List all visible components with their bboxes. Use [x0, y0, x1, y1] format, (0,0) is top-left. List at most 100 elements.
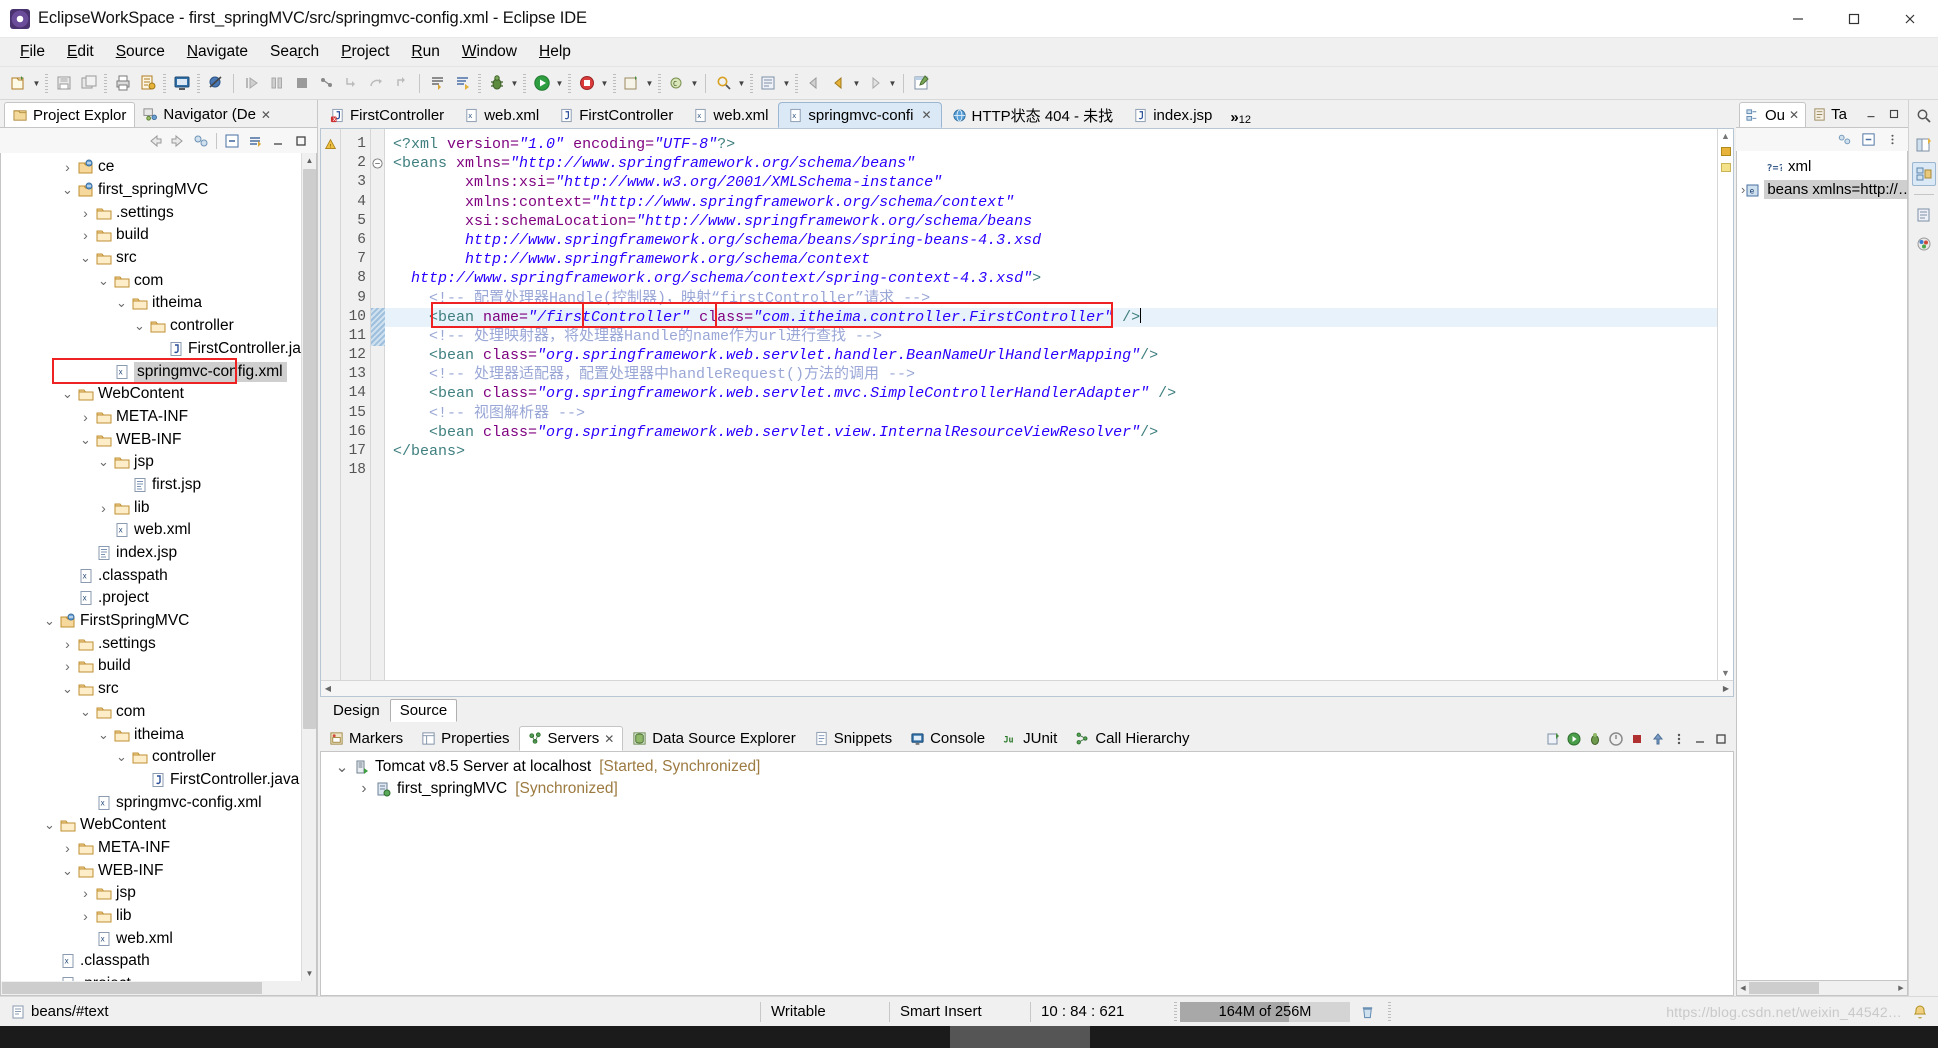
tree-item[interactable]: x.project — [1, 973, 316, 981]
close-icon[interactable]: ✕ — [1789, 108, 1799, 122]
menu-edit[interactable]: Edit — [56, 40, 105, 64]
minimize-view-icon[interactable] — [1690, 729, 1709, 748]
code-line[interactable]: <?xml version="1.0" encoding="UTF-8"?> — [385, 135, 1733, 154]
debug-icon[interactable] — [484, 71, 509, 96]
tree-item[interactable]: ⌄ itheima — [1, 292, 316, 315]
forward-dropdown-icon[interactable]: ▼ — [887, 71, 898, 96]
tree-item[interactable]: x .classpath — [1, 950, 316, 973]
collapse-all-icon[interactable] — [222, 131, 242, 151]
bottom-tab[interactable]: Call Hierarchy — [1066, 726, 1198, 751]
tree-item[interactable]: ⌄ jsp — [1, 451, 316, 474]
tree-item[interactable]: ⌄ WebContent — [1, 383, 316, 406]
scroll-down-arrow-icon[interactable]: ▼ — [1721, 668, 1730, 678]
tree-item[interactable]: x springmvc-config.xml — [1, 791, 316, 814]
step-return-icon[interactable] — [389, 71, 414, 96]
tree-item[interactable]: › .settings — [1, 201, 316, 224]
tree-item[interactable]: ⌄ first_springMVC — [1, 179, 316, 202]
info-marker[interactable] — [1721, 163, 1731, 172]
skip-breakpoints-icon[interactable] — [203, 71, 228, 96]
expanded-twisty-icon[interactable]: ⌄ — [77, 250, 94, 266]
expanded-twisty-icon[interactable]: ⌄ — [41, 613, 58, 629]
tree-item[interactable]: ⌄ itheima — [1, 723, 316, 746]
expanded-twisty-icon[interactable]: ⌄ — [113, 749, 130, 765]
editor-view-tab-design[interactable]: Design — [323, 699, 390, 722]
tree-item[interactable]: ⌄ WEB-INF — [1, 859, 316, 882]
scroll-up-arrow-icon[interactable]: ▲ — [1721, 131, 1730, 141]
editor-tab[interactable]: x springmvc-confi ✕ — [778, 102, 942, 128]
expanded-twisty-icon[interactable]: ⌄ — [131, 318, 148, 334]
tree-item[interactable]: ⌄ controller — [1, 746, 316, 769]
code-line[interactable]: <!-- 视图解析器 --> — [385, 404, 1733, 423]
close-icon[interactable]: ✕ — [261, 108, 271, 122]
run-dropdown-icon[interactable]: ▼ — [554, 71, 565, 96]
terminate-icon[interactable] — [289, 71, 314, 96]
tree-item[interactable]: › jsp — [1, 882, 316, 905]
bottom-tab[interactable]: Snippets — [805, 726, 901, 751]
maximize-view-icon[interactable] — [291, 131, 311, 151]
code-line[interactable]: http://www.springframework.org/schema/be… — [385, 231, 1733, 250]
menu-run[interactable]: Run — [400, 40, 450, 64]
print-icon[interactable] — [110, 71, 135, 96]
collapsed-twisty-icon[interactable]: › — [77, 227, 94, 243]
validate-icon[interactable] — [135, 71, 160, 96]
open-type-dropdown-icon[interactable]: ▼ — [781, 71, 792, 96]
tree-item[interactable]: ⌄ com — [1, 701, 316, 724]
view-menu-icon[interactable] — [1669, 729, 1688, 748]
tree-item[interactable]: first.jsp — [1, 474, 316, 497]
maximize-view-icon[interactable] — [1884, 104, 1904, 124]
forward-nav-icon[interactable] — [168, 131, 188, 151]
tree-item[interactable]: x web.xml — [1, 927, 316, 950]
outline-row[interactable]: › e beans xmlns=http://… — [1737, 178, 1907, 201]
tree-item[interactable]: › .settings — [1, 632, 316, 655]
tree-item[interactable]: x springmvc-config.xml — [1, 360, 316, 383]
tree-item[interactable]: x web.xml — [1, 519, 316, 542]
search-toolbar-icon[interactable] — [711, 71, 736, 96]
close-icon[interactable]: ✕ — [921, 108, 931, 122]
maximize-view-icon[interactable] — [1711, 729, 1730, 748]
warning-marker[interactable] — [1721, 147, 1731, 156]
suspend-icon[interactable] — [264, 71, 289, 96]
overview-ruler[interactable]: ▲ ▼ — [1717, 129, 1733, 680]
more-tabs-chevron[interactable]: » 12 — [1222, 102, 1257, 128]
new-class-dropdown-icon[interactable]: ▼ — [689, 71, 700, 96]
editor-tab[interactable]: HTTP状态 404 - 未找 — [942, 102, 1124, 128]
link-with-editor-icon[interactable] — [1834, 130, 1854, 150]
tree-item[interactable]: x.project — [1, 587, 316, 610]
expanded-twisty-icon[interactable]: ⌄ — [59, 182, 76, 198]
collapsed-twisty-icon[interactable]: › — [77, 908, 94, 924]
tree-item[interactable]: › META-INF — [1, 406, 316, 429]
view-menu-icon[interactable] — [1882, 130, 1902, 150]
editor-tab[interactable]: FirstController — [549, 102, 683, 128]
resume-icon[interactable] — [239, 71, 264, 96]
code-line[interactable]: xmlns:context="http://www.springframewor… — [385, 193, 1733, 212]
collapsed-twisty-icon[interactable]: › — [77, 205, 94, 221]
code-line[interactable]: <!-- 处理映射器，将处理器Handle的name作为url进行查找 --> — [385, 327, 1733, 346]
bottom-tab[interactable]: Ju JUnit — [994, 726, 1066, 751]
code-line[interactable]: xsi:schemaLocation="http://www.springfra… — [385, 212, 1733, 231]
expanded-twisty-icon[interactable]: ⌄ — [59, 386, 76, 402]
servers-panel[interactable]: ⌄ Tomcat v8.5 Server at localhost [Started… — [320, 751, 1734, 996]
code-line[interactable]: </beans> — [385, 442, 1733, 461]
open-perspective-icon[interactable] — [1912, 133, 1936, 157]
code-view[interactable]: ! 1 2 3 4 5 6 7 8 9 10 11 12 13 14 15 16 17 18 <?xml vers… — [321, 129, 1733, 680]
last-edit-location-icon[interactable] — [425, 71, 450, 96]
collapsed-twisty-icon[interactable]: › — [95, 500, 112, 516]
code-line[interactable]: <bean class="org.springframework.web.ser… — [385, 346, 1733, 365]
collapsed-twisty-icon[interactable]: › — [59, 636, 76, 652]
debug-dropdown-icon[interactable]: ▼ — [509, 71, 520, 96]
menu-navigate[interactable]: Navigate — [176, 40, 259, 64]
save-icon[interactable] — [51, 71, 76, 96]
external-tools-dropdown-icon[interactable]: ▼ — [599, 71, 610, 96]
start-server-icon[interactable] — [1564, 729, 1583, 748]
tree-item[interactable]: › lib — [1, 905, 316, 928]
bottom-tab[interactable]: Data Source Explorer — [623, 726, 804, 751]
expanded-twisty-icon[interactable]: ⌄ — [41, 817, 58, 833]
search-dropdown-icon[interactable]: ▼ — [736, 71, 747, 96]
tree-vertical-scrollbar[interactable]: ▲ ▼ — [301, 153, 316, 981]
menu-source[interactable]: Source — [105, 40, 176, 64]
server-row[interactable]: › first_springMVC [Synchronized] — [321, 778, 1733, 800]
code-line[interactable]: http://www.springframework.org/schema/co… — [385, 250, 1733, 269]
new-java-project-icon[interactable] — [619, 71, 644, 96]
tree-item[interactable]: ⌄ src — [1, 678, 316, 701]
folding-gutter[interactable] — [371, 129, 385, 680]
